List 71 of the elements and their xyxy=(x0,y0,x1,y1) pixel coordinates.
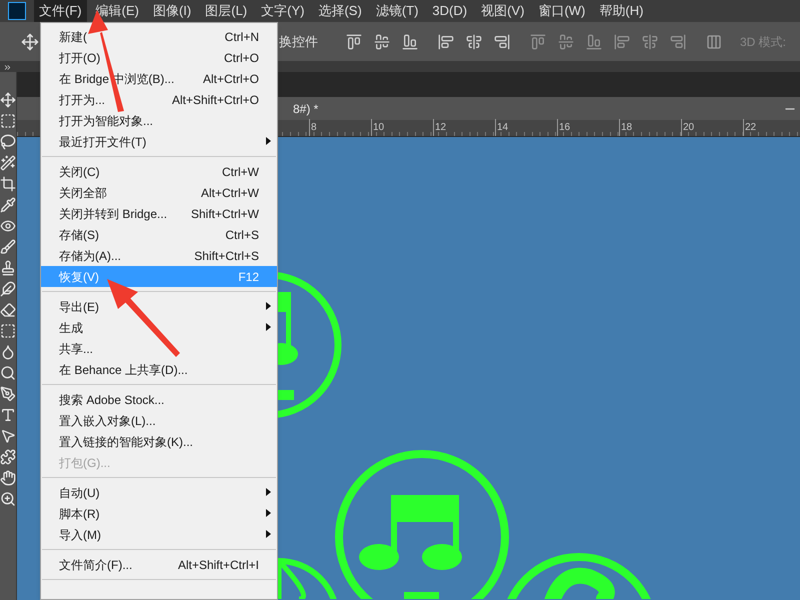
document-tab[interactable]: 8#) * xyxy=(293,100,318,118)
menu-entry[interactable]: 导出(E) xyxy=(41,296,277,317)
menu-entry[interactable]: 文件简介(F)... Alt+Shift+Ctrl+I xyxy=(41,554,277,575)
move-tool-icon[interactable] xyxy=(0,92,16,108)
align-right-icon[interactable] xyxy=(494,34,510,50)
hand-tool-icon[interactable] xyxy=(0,470,16,486)
menu-entry[interactable]: 脚本(R) xyxy=(41,503,277,524)
menu-entry[interactable]: 关闭并转到 Bridge... Shift+Ctrl+W xyxy=(41,203,277,224)
dodge-tool-icon[interactable] xyxy=(0,365,16,381)
menu-entry[interactable]: 自动(U) xyxy=(41,482,277,503)
marquee-tool-icon[interactable] xyxy=(0,113,16,129)
shape-tool-icon[interactable] xyxy=(0,449,16,465)
auto-align-icon[interactable] xyxy=(706,34,722,50)
menu-entry[interactable]: 共享... xyxy=(41,338,277,359)
menu-item[interactable]: 3D(D) xyxy=(427,0,472,22)
menu-entry[interactable]: 存储(S) Ctrl+S xyxy=(41,224,277,245)
align-middle-icon[interactable] xyxy=(374,34,390,50)
zoom-tool-icon[interactable] xyxy=(0,491,16,507)
eraser-tool-icon[interactable] xyxy=(0,302,16,318)
menu-entry[interactable]: 打开为... Alt+Shift+Ctrl+O xyxy=(41,89,277,110)
menu-item[interactable]: 视图(V) xyxy=(476,0,530,22)
healing-tool-icon[interactable] xyxy=(0,218,16,234)
ruler-label: 16 xyxy=(557,119,619,136)
align-bottom-icon[interactable] xyxy=(402,34,418,50)
selection-tool-icon[interactable] xyxy=(0,428,16,444)
gradient-tool-icon[interactable] xyxy=(0,323,16,339)
ruler-label: 18 xyxy=(619,119,681,136)
menu-entry[interactable]: 打开为智能对象... xyxy=(41,110,277,131)
lasso-tool-icon[interactable] xyxy=(0,134,16,150)
brush-tool-icon[interactable] xyxy=(0,239,16,255)
menu-item[interactable]: 图像(I) xyxy=(148,0,196,22)
photoshop-logo-icon xyxy=(8,2,26,20)
menu-entry[interactable]: 打开(O) Ctrl+O xyxy=(41,47,277,68)
align-top-icon[interactable] xyxy=(346,34,362,50)
menu-entry[interactable]: 关闭全部 Alt+Ctrl+W xyxy=(41,182,277,203)
menu-item[interactable]: 滤镜(T) xyxy=(370,0,424,22)
menu-item[interactable]: 文字(Y) xyxy=(256,0,310,22)
menu-entry[interactable]: 生成 xyxy=(41,317,277,338)
option-label: 换控件 xyxy=(279,32,318,51)
align-left-icon[interactable] xyxy=(438,34,454,50)
history-brush-tool-icon[interactable] xyxy=(0,281,16,297)
crop-tool-icon[interactable] xyxy=(0,176,16,192)
menu-item[interactable]: 图层(L) xyxy=(200,0,252,22)
menu-entry[interactable]: 最近打开文件(T) xyxy=(41,131,277,152)
blur-tool-icon[interactable] xyxy=(0,344,16,360)
menu-entry[interactable]: 置入链接的智能对象(K)... xyxy=(41,431,277,452)
ruler-label: 20 xyxy=(681,119,743,136)
menu-entry[interactable]: 存储为(A)... Shift+Ctrl+S xyxy=(41,245,277,266)
ruler-label: 12 xyxy=(433,119,495,136)
expand-panel-icon[interactable] xyxy=(3,62,12,72)
menu-entry[interactable]: 置入嵌入对象(L)... xyxy=(41,410,277,431)
menu-entry[interactable]: 搜索 Adobe Stock... xyxy=(41,389,277,410)
menu-entry[interactable]: 关闭(C) Ctrl+W xyxy=(41,161,277,182)
eyedropper-tool-icon[interactable] xyxy=(0,197,16,213)
pen-tool-icon[interactable] xyxy=(0,386,16,402)
menu-item[interactable]: 帮助(H) xyxy=(594,0,648,22)
align-center-icon[interactable] xyxy=(466,34,482,50)
stamp-tool-icon[interactable] xyxy=(0,260,16,276)
move-icon[interactable] xyxy=(21,32,39,50)
ruler-label: 22 xyxy=(743,119,800,136)
menu-item[interactable]: 窗口(W) xyxy=(533,0,590,22)
menu-entry[interactable]: 在 Behance 上共享(D)... xyxy=(41,359,277,380)
ruler-label: 14 xyxy=(495,119,557,136)
magic-wand-tool-icon[interactable] xyxy=(0,155,16,171)
menu-entry[interactable]: 新建( Ctrl+N xyxy=(41,26,277,47)
menu-item[interactable]: 选择(S) xyxy=(313,0,367,22)
ruler-label: 8 xyxy=(309,119,371,136)
menu-item[interactable]: 文件(F) xyxy=(34,0,87,22)
ruler-label: 10 xyxy=(371,119,433,136)
menu-entry[interactable]: 导入(M) xyxy=(41,524,277,545)
type-tool-icon[interactable] xyxy=(0,407,16,423)
